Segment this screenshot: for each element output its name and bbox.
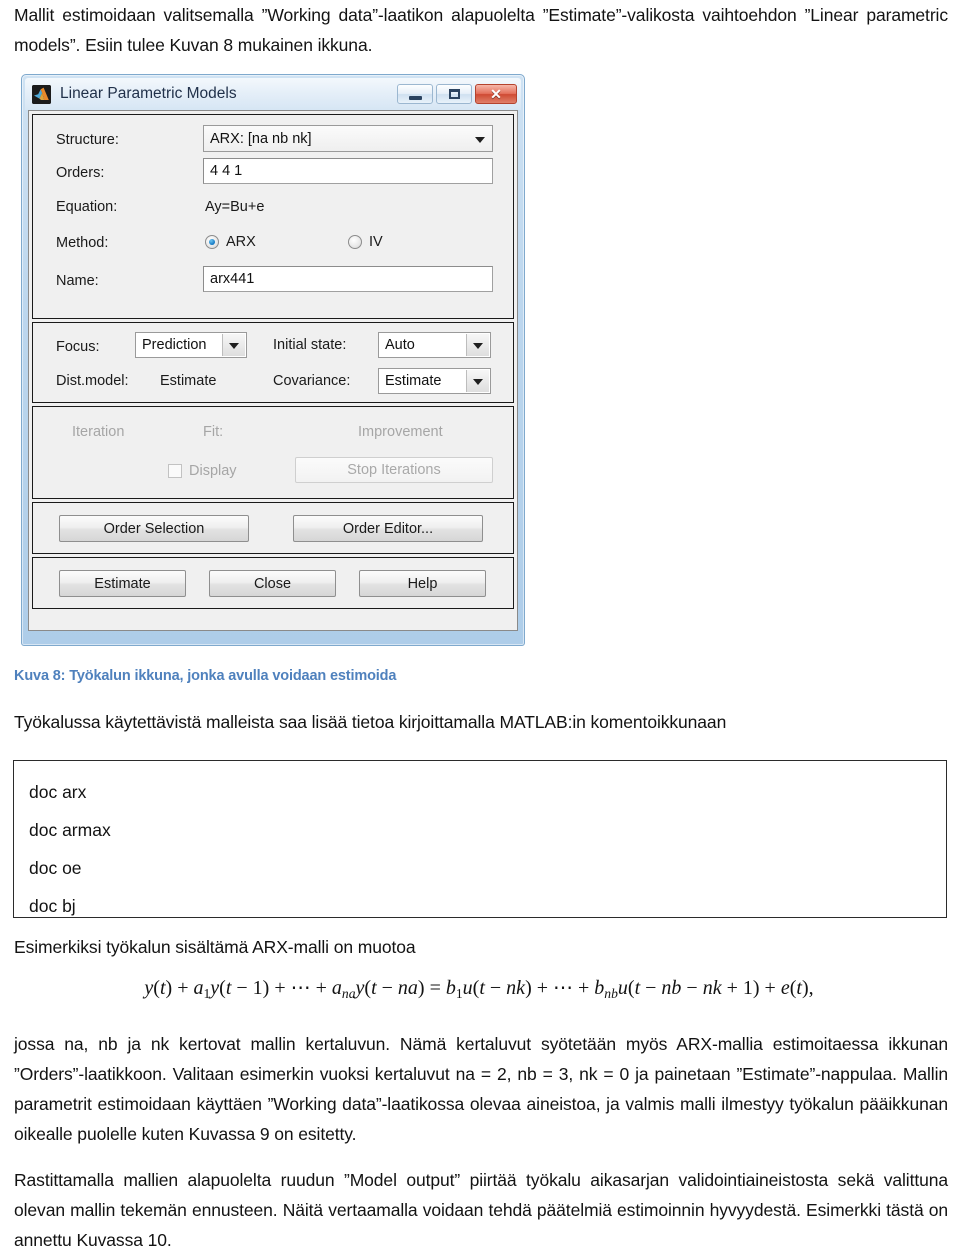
dist-model-label: Dist.model: <box>56 373 129 389</box>
example-intro-line: Esimerkiksi työkalun sisältämä ARX-malli… <box>14 937 416 957</box>
equation-value: Ay=Bu+e <box>205 199 265 215</box>
document-page: Mallit estimoidaan valitsemalla ”Working… <box>0 0 960 1252</box>
fit-label: Fit: <box>203 424 224 440</box>
name-input-value: arx441 <box>210 271 255 287</box>
minimize-icon <box>408 95 422 100</box>
stop-iterations-button[interactable]: Stop Iterations <box>295 457 493 483</box>
close-button[interactable]: ✕ <box>475 84 517 104</box>
covariance-dropdown[interactable]: Estimate <box>378 368 491 394</box>
focus-dropdown-value: Prediction <box>142 337 207 353</box>
order-tools-panel: Order Selection Order Editor... <box>32 502 514 554</box>
chevron-down-icon <box>473 379 483 385</box>
method-radio-iv[interactable]: IV <box>348 234 383 250</box>
window-title: Linear Parametric Models <box>60 85 237 102</box>
intro-paragraph: Mallit estimoidaan valitsemalla ”Working… <box>14 5 948 55</box>
maximize-icon <box>448 89 460 99</box>
improvement-label: Improvement <box>358 424 443 440</box>
initial-state-dropdown-value: Auto <box>385 337 415 353</box>
paragraph-model-output: Rastittamalla mallien alapuolelta ruudun… <box>14 1170 948 1250</box>
window-button-group: ✕ <box>397 84 517 104</box>
orders-label: Orders: <box>56 165 105 181</box>
structure-label: Structure: <box>56 132 119 148</box>
lead-paragraph: Työkalussa käytettävistä malleista saa l… <box>14 712 727 732</box>
linear-parametric-models-dialog: Linear Parametric Models ✕ Structure: AR… <box>21 74 525 646</box>
equation-label: Equation: <box>56 199 118 215</box>
window-frame: Linear Parametric Models ✕ Structure: AR… <box>21 74 525 646</box>
method-radio-iv-label: IV <box>369 234 383 250</box>
initial-state-dropdown[interactable]: Auto <box>378 332 491 358</box>
dialog-body: Structure: ARX: [na nb nk] Orders: 4 4 1… <box>28 110 518 631</box>
arx-model-equation: y(t) + a1y(t − 1) + ⋯ + anay(t − na) = b… <box>144 977 814 1001</box>
covariance-dropdown-value: Estimate <box>385 373 442 389</box>
structure-dropdown-value: ARX: [na nb nk] <box>210 130 312 147</box>
paragraph-orders-explanation: jossa na, nb ja nk kertovat mallin kerta… <box>14 1034 948 1144</box>
focus-dropdown[interactable]: Prediction <box>135 332 247 358</box>
close-dialog-button[interactable]: Close <box>209 570 336 597</box>
close-icon: ✕ <box>490 86 502 102</box>
help-button[interactable]: Help <box>359 570 486 597</box>
maximize-button[interactable] <box>436 84 472 104</box>
structure-dropdown[interactable]: ARX: [na nb nk] <box>203 125 493 152</box>
order-editor-button[interactable]: Order Editor... <box>293 515 483 542</box>
name-input[interactable]: arx441 <box>203 266 493 292</box>
checkbox-unchecked-icon <box>168 464 182 478</box>
code-line: doc arx <box>29 782 87 802</box>
chevron-down-icon <box>475 136 485 143</box>
orders-input[interactable]: 4 4 1 <box>203 158 493 184</box>
minimize-button[interactable] <box>397 84 433 104</box>
display-checkbox[interactable]: Display <box>168 463 237 479</box>
method-radio-arx[interactable]: ARX <box>205 234 256 250</box>
chevron-down-icon <box>229 343 239 349</box>
order-selection-button[interactable]: Order Selection <box>59 515 249 542</box>
code-line: doc armax <box>29 820 111 840</box>
figure-caption: Kuva 8: Työkalun ikkuna, jonka avulla vo… <box>14 668 397 684</box>
code-line: doc oe <box>29 858 82 878</box>
estimation-options-panel: Focus: Prediction Initial state: Auto Di… <box>32 322 514 403</box>
orders-input-value: 4 4 1 <box>210 163 243 179</box>
name-label: Name: <box>56 273 99 289</box>
iteration-label: Iteration <box>72 424 125 440</box>
radio-unselected-icon <box>348 235 362 249</box>
window-titlebar[interactable]: Linear Parametric Models ✕ <box>25 78 521 110</box>
command-code-box: doc arx doc armax doc oe doc bj <box>13 760 947 918</box>
code-line: doc bj <box>29 896 76 916</box>
method-label: Method: <box>56 235 109 251</box>
action-buttons-panel: Estimate Close Help <box>32 557 514 609</box>
covariance-label: Covariance: <box>273 373 351 389</box>
focus-label: Focus: <box>56 339 100 355</box>
model-structure-panel: Structure: ARX: [na nb nk] Orders: 4 4 1… <box>32 114 514 319</box>
dist-model-value: Estimate <box>160 373 217 389</box>
display-checkbox-label: Display <box>189 463 237 479</box>
method-radio-arx-label: ARX <box>226 234 256 250</box>
chevron-down-icon <box>473 343 483 349</box>
estimate-button[interactable]: Estimate <box>59 570 186 597</box>
matlab-logo-icon <box>32 84 51 104</box>
radio-selected-icon <box>205 235 219 249</box>
initial-state-label: Initial state: <box>273 337 347 353</box>
iteration-panel: Iteration Fit: Improvement Display Stop … <box>32 406 514 499</box>
